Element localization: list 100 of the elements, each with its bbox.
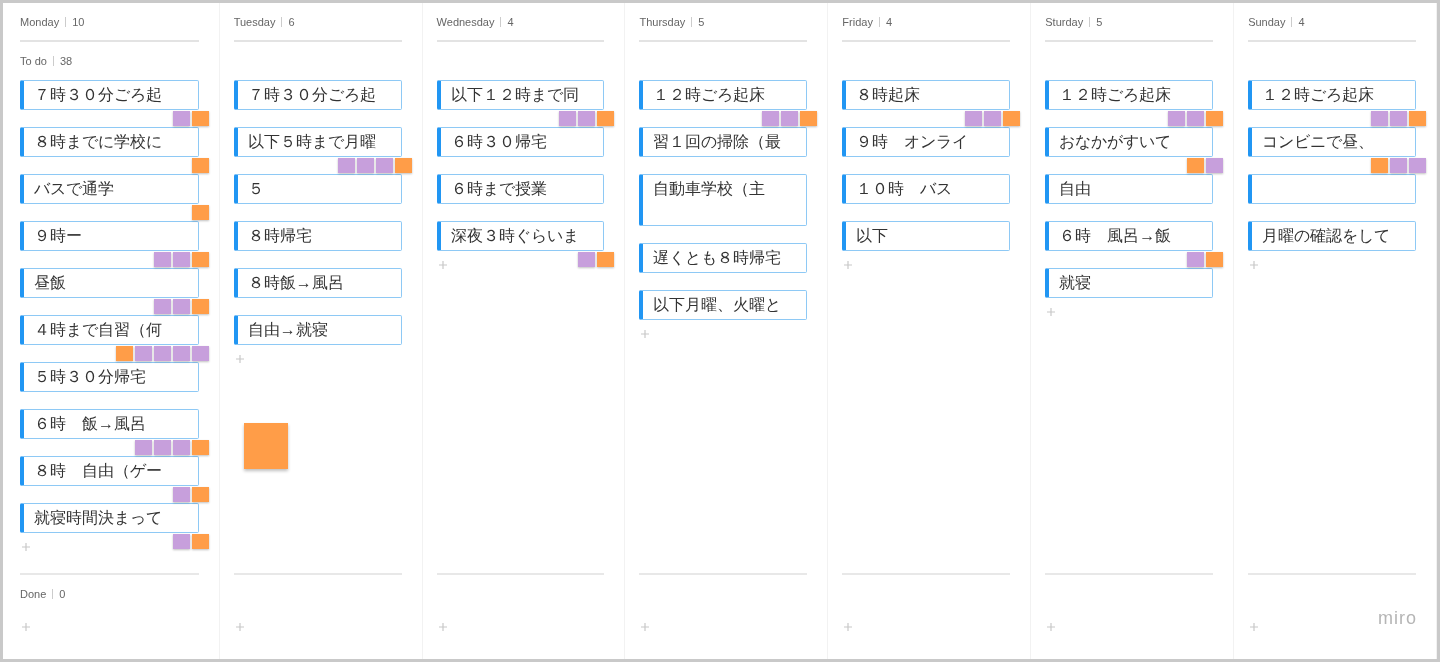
task-card[interactable]: 就寝時間決まって [20, 503, 199, 533]
sticky-note[interactable] [597, 252, 615, 267]
sticky-note[interactable] [984, 111, 1002, 126]
sticky-note[interactable] [191, 252, 209, 267]
sticky-note[interactable] [1409, 158, 1427, 173]
sticky-note[interactable] [1390, 158, 1408, 173]
task-card[interactable]: 以下５時まで月曜 [233, 127, 402, 157]
sticky-note[interactable] [1206, 158, 1224, 173]
task-card[interactable]: 自由 [1045, 174, 1214, 204]
sticky-note[interactable] [191, 487, 209, 502]
task-card[interactable]: 就寝 [1045, 268, 1214, 298]
task-card[interactable]: ８時までに学校に [20, 127, 199, 157]
task-card[interactable]: おなかがすいて [1045, 127, 1214, 157]
sticky-note[interactable] [191, 440, 209, 455]
sticky-note[interactable] [172, 252, 190, 267]
task-card[interactable]: １０時 バス [842, 174, 1011, 204]
task-card[interactable]: ８時起床 [842, 80, 1011, 110]
task-card[interactable]: 以下１２時まで同 [436, 80, 605, 110]
sticky-note[interactable] [1003, 111, 1021, 126]
sticky-note[interactable] [1371, 158, 1389, 173]
task-card[interactable]: １２時ごろ起床 [639, 80, 808, 110]
task-card[interactable]: 自由→就寝 [233, 315, 402, 345]
add-card-button[interactable] [438, 261, 447, 269]
sticky-note[interactable] [172, 440, 190, 455]
task-card[interactable] [1248, 174, 1417, 204]
sticky-note[interactable] [337, 158, 355, 173]
add-card-button[interactable] [844, 623, 853, 631]
sticky-note[interactable] [191, 158, 209, 173]
sticky-note[interactable] [375, 158, 393, 173]
sticky-note[interactable] [1409, 111, 1427, 126]
sticky-note[interactable] [1206, 252, 1224, 267]
task-card[interactable]: バスで通学 [20, 174, 199, 204]
task-card[interactable]: 深夜３時ぐらいま [436, 221, 605, 251]
task-card[interactable]: ９時ー [20, 221, 199, 251]
sticky-note[interactable] [172, 299, 190, 314]
sticky-note[interactable] [153, 346, 171, 361]
sticky-note[interactable] [172, 346, 190, 361]
task-card[interactable]: 遅くとも８時帰宅 [639, 243, 808, 273]
sticky-note[interactable] [800, 111, 818, 126]
sticky-note[interactable] [965, 111, 983, 126]
sticky-note[interactable] [191, 346, 209, 361]
add-card-button[interactable] [641, 623, 650, 631]
task-card[interactable]: ５ [233, 174, 402, 204]
add-card-button[interactable] [1047, 623, 1056, 631]
sticky-note[interactable] [153, 252, 171, 267]
task-card[interactable]: ６時３０帰宅 [436, 127, 605, 157]
task-card[interactable]: ６時まで授業 [436, 174, 605, 204]
sticky-note[interactable] [191, 299, 209, 314]
task-card[interactable]: ６時 風呂→飯 [1045, 221, 1214, 251]
task-card[interactable]: コンビニで昼、 [1248, 127, 1417, 157]
add-card-button[interactable] [1250, 623, 1259, 631]
sticky-note[interactable] [1187, 111, 1205, 126]
sticky-note[interactable] [1206, 111, 1224, 126]
sticky-note[interactable] [1168, 111, 1186, 126]
task-card[interactable]: ８時帰宅 [233, 221, 402, 251]
task-card[interactable]: 以下月曜、火曜と [639, 290, 808, 320]
sticky-note[interactable] [762, 111, 780, 126]
add-card-button[interactable] [235, 623, 244, 631]
sticky-note[interactable] [153, 299, 171, 314]
task-card[interactable]: 以下 [842, 221, 1011, 251]
sticky-note[interactable] [578, 252, 596, 267]
sticky-note[interactable] [1390, 111, 1408, 126]
sticky-note[interactable] [559, 111, 577, 126]
task-card[interactable]: 自動車学校（主 [639, 174, 808, 226]
task-card[interactable]: ４時まで自習（何 [20, 315, 199, 345]
add-card-button[interactable] [235, 355, 244, 363]
task-card[interactable]: ７時３０分ごろ起 [233, 80, 402, 110]
sticky-note[interactable] [172, 534, 190, 549]
sticky-note[interactable] [134, 440, 152, 455]
task-card[interactable]: ８時飯→風呂 [233, 268, 402, 298]
sticky-note[interactable] [191, 205, 209, 220]
add-card-button[interactable] [1250, 261, 1259, 269]
sticky-note[interactable] [115, 346, 133, 361]
task-card[interactable]: ５時３０分帰宅 [20, 362, 199, 392]
sticky-note[interactable] [243, 423, 288, 469]
sticky-note[interactable] [597, 111, 615, 126]
task-card[interactable]: 習１回の掃除（最 [639, 127, 808, 157]
task-card[interactable]: 月曜の確認をして [1248, 221, 1417, 251]
sticky-note[interactable] [781, 111, 799, 126]
sticky-note[interactable] [356, 158, 374, 173]
sticky-note[interactable] [191, 534, 209, 549]
sticky-note[interactable] [191, 111, 209, 126]
sticky-note[interactable] [172, 487, 190, 502]
sticky-note[interactable] [1371, 111, 1389, 126]
add-card-button[interactable] [641, 330, 650, 338]
task-card[interactable]: ８時 自由（ゲー [20, 456, 199, 486]
task-card[interactable]: ６時 飯→風呂 [20, 409, 199, 439]
task-card[interactable]: ９時 オンライ [842, 127, 1011, 157]
sticky-note[interactable] [134, 346, 152, 361]
task-card[interactable]: １２時ごろ起床 [1248, 80, 1417, 110]
add-card-button[interactable] [22, 543, 30, 551]
sticky-note[interactable] [1187, 158, 1205, 173]
task-card[interactable]: 昼飯 [20, 268, 199, 298]
sticky-note[interactable] [153, 440, 171, 455]
add-card-button[interactable] [844, 261, 853, 269]
sticky-note[interactable] [1187, 252, 1205, 267]
sticky-note[interactable] [172, 111, 190, 126]
add-card-button[interactable] [22, 623, 30, 631]
add-card-button[interactable] [438, 623, 447, 631]
add-card-button[interactable] [1047, 308, 1056, 316]
